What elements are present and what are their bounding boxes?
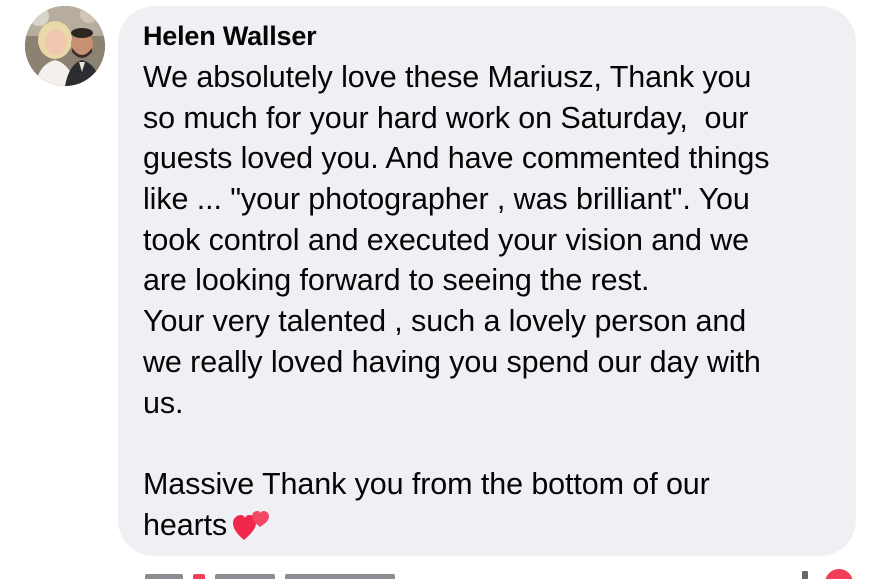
comment-text-line: Your very talented , such a lovely perso…	[143, 304, 747, 339]
comment-text-last-line: hearts	[143, 505, 836, 546]
avatar-photo-icon	[25, 6, 105, 86]
comment-author[interactable]: Helen Wallser	[143, 20, 836, 52]
comment-text-line: Massive Thank you from the bottom of our	[143, 466, 710, 501]
comment-text-line: guests loved you. And have commented thi…	[143, 141, 770, 176]
comment-text-line: We absolutely love these Mariusz, Thank …	[143, 60, 752, 94]
comment-text-line: so much for your hard work on Saturday, …	[143, 100, 749, 135]
comment-text-line: us.	[143, 385, 184, 420]
comment-text-line: took control and executed your vision an…	[143, 222, 749, 257]
comment-text-line: we really loved having you spend our day…	[143, 344, 761, 379]
comment-text-line: are looking forward to seeing the rest.	[143, 263, 650, 298]
two-hearts-icon	[233, 507, 271, 552]
comment-actions-peek	[145, 571, 665, 579]
comment-text-line: hearts	[143, 507, 228, 542]
comment-text-line: like ... "your photographer , was brilli…	[143, 182, 750, 217]
comment-thread: Helen Wallser We absolutely love these M…	[0, 0, 880, 579]
reaction-count-peek	[802, 571, 808, 579]
heart-reaction-icon[interactable]	[822, 566, 856, 579]
avatar[interactable]	[25, 6, 105, 86]
comment-text-line	[143, 423, 836, 464]
comment-bubble: Helen Wallser We absolutely love these M…	[118, 6, 856, 556]
